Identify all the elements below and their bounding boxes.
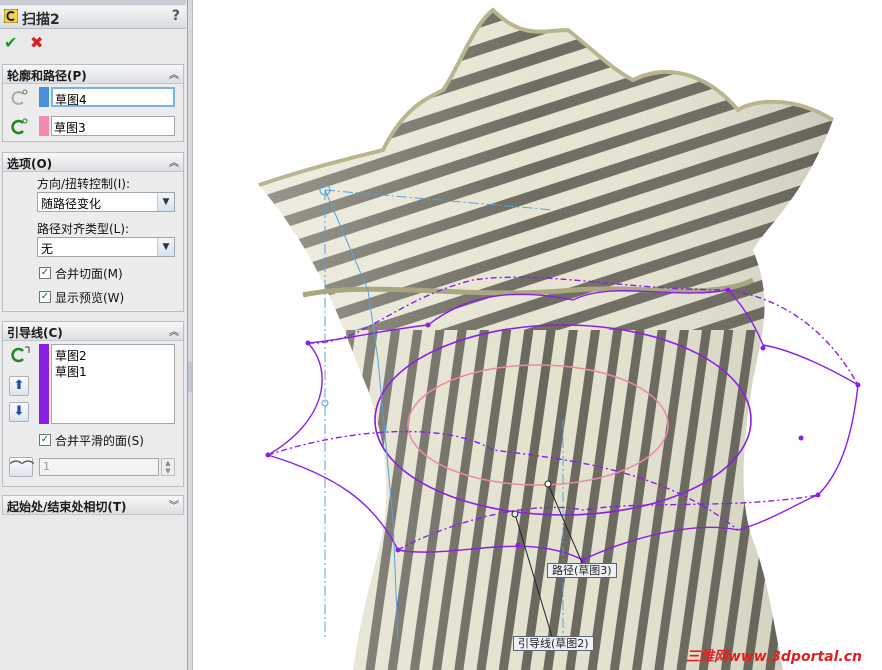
guide-callout[interactable]: 引导线(草图2) [513, 636, 594, 651]
profile-field[interactable]: 草图4 [51, 87, 175, 107]
merge-smooth-checkbox[interactable]: ✓ [39, 434, 51, 446]
move-down-button[interactable]: ⬇ [9, 402, 29, 422]
profile-path-header-label: 轮廓和路径(P) [7, 69, 87, 83]
guide-curves-section: 引导线(C) ︽ 草图2 草图1 ⬆ ⬇ ✓ 合并平滑的面(S) ⌒⌒ 1 ▲ ▼ [2, 321, 184, 487]
orientation-select-value: 随路径变化 [41, 197, 102, 211]
spinner-arrows[interactable]: ▲ ▼ [161, 458, 175, 476]
path-field[interactable]: 草图3 [51, 116, 175, 136]
chevron-down-icon[interactable]: ▼ [157, 238, 174, 256]
path-icon [11, 118, 28, 135]
path-color-swatch [39, 116, 49, 136]
tangency-section: 起始处/结束处相切(T) ︾ [2, 495, 184, 515]
show-preview-label: 显示预览(W) [55, 291, 125, 305]
path-callout[interactable]: 路径(草图3) [547, 563, 617, 578]
collapse-chevron-icon[interactable]: ︽ [169, 66, 179, 81]
merge-smooth-label: 合并平滑的面(S) [55, 434, 144, 448]
orientation-label: 方向/扭转控制(I): [37, 177, 130, 191]
profile-color-swatch [39, 87, 49, 107]
tangency-header-label: 起始处/结束处相切(T) [7, 500, 127, 514]
move-up-button[interactable]: ⬆ [9, 376, 29, 396]
show-preview-checkbox[interactable]: ✓ [39, 291, 51, 303]
graphics-viewport[interactable]: 路径(草图3) 引导线(草图2) 三维网www.3dportal.cn [193, 0, 882, 670]
profile-icon [11, 89, 28, 105]
path-pick-point[interactable] [544, 480, 552, 488]
sweep-feature-icon [4, 9, 18, 23]
profile-path-header[interactable]: 轮廓和路径(P) ︽ [3, 65, 183, 84]
guide-curves-header[interactable]: 引导线(C) ︽ [3, 322, 183, 341]
chevron-down-icon[interactable]: ▼ [157, 193, 174, 211]
guide-curve-icon [11, 346, 30, 363]
feature-title: 扫描2 [22, 12, 60, 28]
path-align-select-value: 无 [41, 242, 54, 256]
panel-top-strip [0, 0, 186, 5]
expand-chevron-icon[interactable]: ︾ [169, 497, 179, 512]
guide-list-item[interactable]: 草图2 [55, 347, 87, 364]
merge-tangent-checkbox[interactable]: ✓ [39, 267, 51, 279]
help-icon[interactable]: ? [172, 8, 180, 24]
options-section: 选项(O) ︽ 方向/扭转控制(I): 随路径变化 ▼ 路径对齐类型(L): 无… [2, 152, 184, 312]
collapse-chevron-icon[interactable]: ︽ [169, 323, 179, 338]
sweep-preview-model [258, 7, 861, 670]
path-align-label: 路径对齐类型(L): [37, 222, 130, 236]
feature-titlebar: 扫描2 ? [0, 6, 186, 29]
section-count-field[interactable]: 1 [39, 458, 159, 476]
merge-tangent-label: 合并切面(M) [55, 267, 123, 281]
options-header[interactable]: 选项(O) ︽ [3, 153, 183, 172]
orientation-select[interactable]: 随路径变化 ▼ [37, 192, 175, 212]
guide-curves-header-label: 引导线(C) [7, 326, 63, 340]
property-manager-panel: 扫描2 ? ✔ ✖ 轮廓和路径(P) ︽ 草图4 草图3 选项(O) ︽ 方向/… [0, 0, 188, 670]
guide-pick-point[interactable] [511, 510, 519, 518]
collapse-chevron-icon[interactable]: ︽ [169, 154, 179, 169]
guide-curves-list[interactable]: 草图2 草图1 [51, 344, 175, 424]
cancel-button[interactable]: ✖ [30, 33, 43, 52]
splitter-grip[interactable] [188, 362, 192, 392]
guide-color-bar [39, 344, 49, 424]
profile-path-section: 轮廓和路径(P) ︽ 草图4 草图3 [2, 64, 184, 142]
guide-list-item[interactable]: 草图1 [55, 363, 87, 380]
glasses-icon[interactable]: ⌒⌒ [9, 457, 34, 477]
tangency-header[interactable]: 起始处/结束处相切(T) ︾ [3, 496, 183, 515]
options-header-label: 选项(O) [7, 157, 53, 171]
ok-button[interactable]: ✔ [4, 33, 17, 52]
path-align-select[interactable]: 无 ▼ [37, 237, 175, 257]
watermark-logo: 三维网www.3dportal.cn [685, 649, 862, 665]
